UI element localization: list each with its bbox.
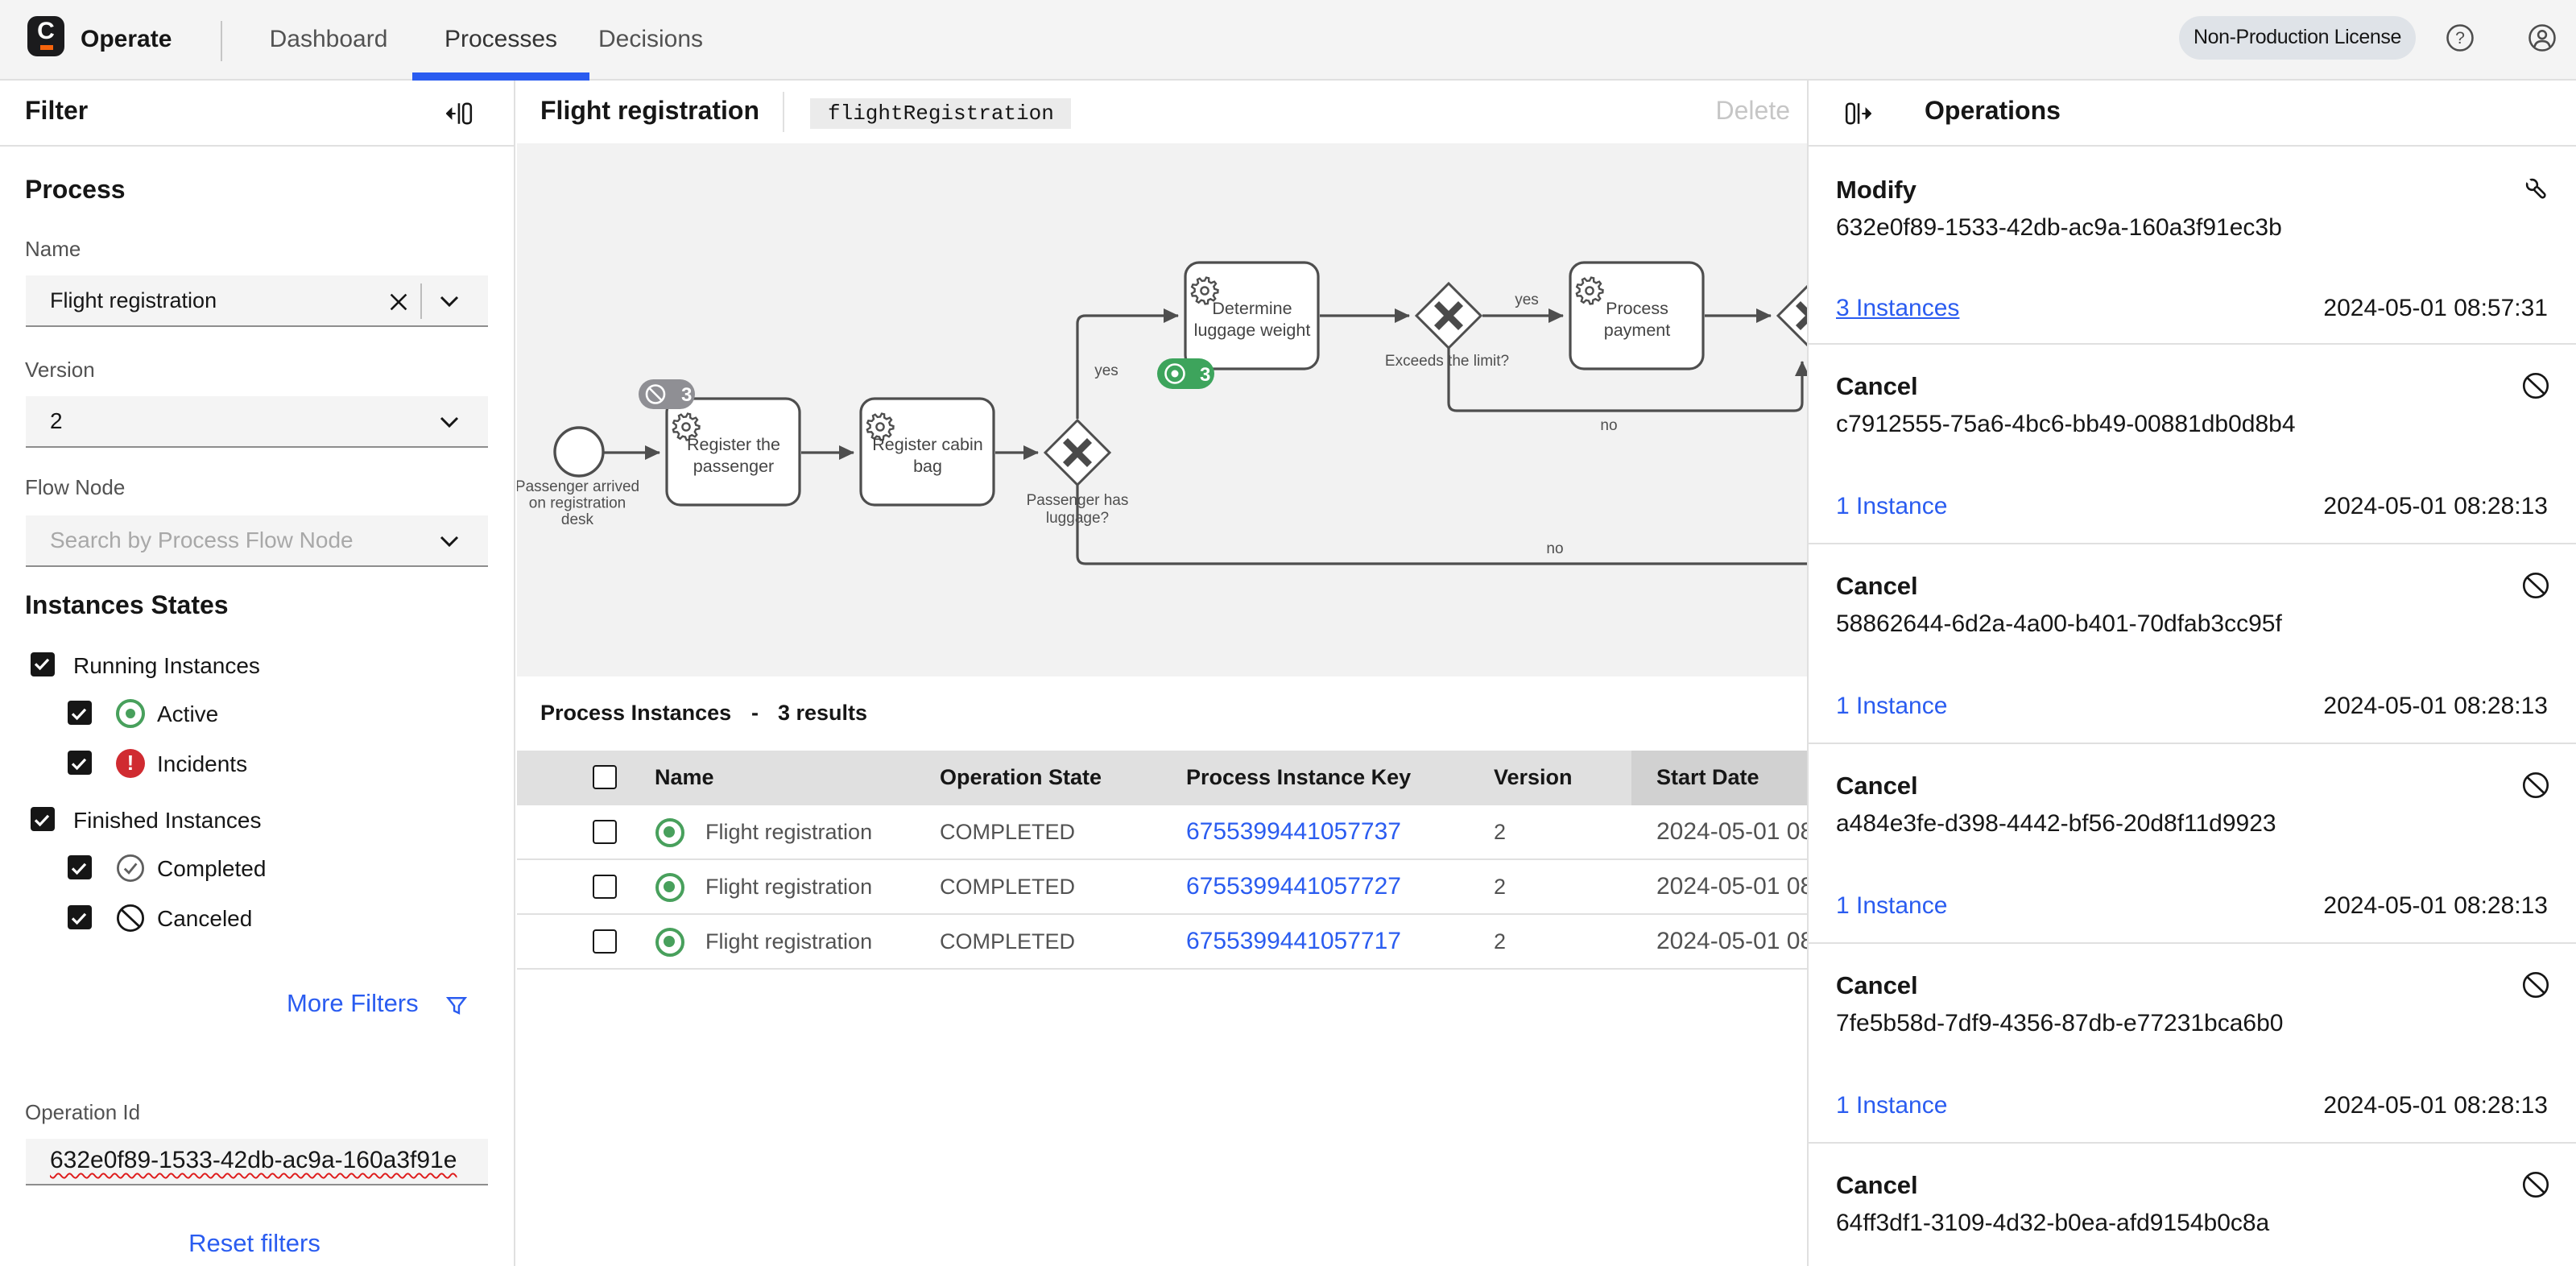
svg-text:no: no <box>1599 417 1616 434</box>
svg-text:yes: yes <box>1094 362 1118 379</box>
svg-text:bag: bag <box>912 457 941 476</box>
svg-text:?: ? <box>2455 28 2465 48</box>
svg-text:Process: Process <box>1605 299 1668 318</box>
svg-text:luggage weight: luggage weight <box>1193 321 1310 340</box>
svg-text:passenger: passenger <box>693 457 773 476</box>
svg-text:luggage?: luggage? <box>1045 510 1108 527</box>
svg-text:payment: payment <box>1603 321 1669 340</box>
svg-text:yes: yes <box>1514 292 1538 308</box>
svg-text:3: 3 <box>1199 364 1209 386</box>
svg-text:3: 3 <box>680 384 691 406</box>
svg-text:desk: desk <box>560 511 593 528</box>
svg-text:Register the: Register the <box>686 435 779 454</box>
svg-text:Register cabin: Register cabin <box>871 435 982 454</box>
svg-text:Passenger arrived: Passenger arrived <box>516 478 639 495</box>
svg-text:on registration: on registration <box>528 495 625 512</box>
svg-text:Passenger has: Passenger has <box>1026 492 1128 509</box>
svg-text:Exceeds the limit?: Exceeds the limit? <box>1384 353 1508 370</box>
svg-text:no: no <box>1545 540 1562 557</box>
svg-text:Determine: Determine <box>1211 299 1291 318</box>
